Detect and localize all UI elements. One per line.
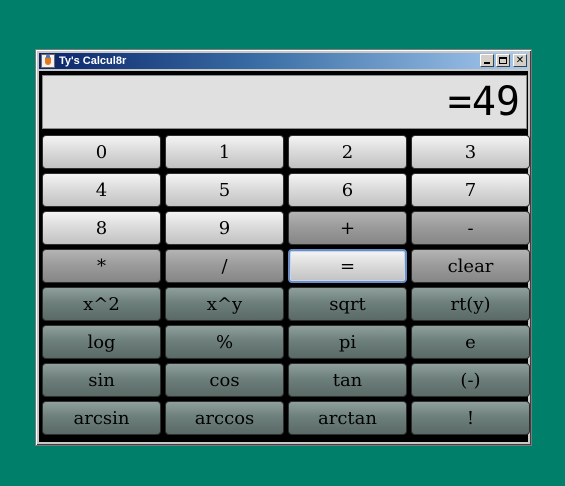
key-arctan-label: arctan bbox=[318, 407, 377, 429]
calculator-window: Ty's Calcul8r ✕ =49 0 1 2 3 4 5 6 7 8 9 … bbox=[35, 49, 532, 446]
key-pi-button[interactable]: pi bbox=[288, 325, 407, 359]
key-7-label: 7 bbox=[464, 179, 477, 201]
key-factorial-button[interactable]: ! bbox=[411, 401, 530, 435]
close-icon: ✕ bbox=[515, 55, 525, 66]
key-4-label: 4 bbox=[95, 179, 108, 201]
key-square-button[interactable]: x^2 bbox=[42, 287, 161, 321]
calculator-body: =49 0 1 2 3 4 5 6 7 8 9 + - * / = clear … bbox=[39, 71, 530, 442]
key-arcsin-label: arcsin bbox=[73, 407, 130, 429]
key-log-button[interactable]: log bbox=[42, 325, 161, 359]
key-log-label: log bbox=[87, 331, 116, 353]
key-root-label: rt(y) bbox=[450, 293, 491, 315]
key-divide-label: / bbox=[221, 255, 228, 277]
key-multiply-label: * bbox=[97, 255, 106, 277]
key-minus-button[interactable]: - bbox=[411, 211, 530, 245]
java-cup-icon bbox=[41, 54, 55, 68]
key-negate-button[interactable]: (-) bbox=[411, 363, 530, 397]
key-0-label: 0 bbox=[95, 141, 108, 163]
key-5-label: 5 bbox=[218, 179, 231, 201]
key-e-label: e bbox=[465, 331, 476, 353]
key-divide-button[interactable]: / bbox=[165, 249, 284, 283]
key-9-label: 9 bbox=[218, 217, 231, 239]
key-root-button[interactable]: rt(y) bbox=[411, 287, 530, 321]
key-3-label: 3 bbox=[464, 141, 477, 163]
key-tan-label: tan bbox=[332, 369, 363, 391]
key-6-label: 6 bbox=[341, 179, 354, 201]
key-factorial-label: ! bbox=[466, 407, 475, 429]
key-1-button[interactable]: 1 bbox=[165, 135, 284, 169]
maximize-button[interactable] bbox=[496, 54, 510, 67]
key-pi-label: pi bbox=[338, 331, 357, 353]
key-square-label: x^2 bbox=[83, 293, 120, 315]
key-cos-button[interactable]: cos bbox=[165, 363, 284, 397]
key-arccos-button[interactable]: arccos bbox=[165, 401, 284, 435]
key-arctan-button[interactable]: arctan bbox=[288, 401, 407, 435]
key-plus-label: + bbox=[339, 217, 356, 239]
key-sin-button[interactable]: sin bbox=[42, 363, 161, 397]
minimize-button[interactable] bbox=[480, 54, 494, 67]
key-e-button[interactable]: e bbox=[411, 325, 530, 359]
key-6-button[interactable]: 6 bbox=[288, 173, 407, 207]
key-8-button[interactable]: 8 bbox=[42, 211, 161, 245]
key-power-label: x^y bbox=[206, 293, 243, 315]
key-1-label: 1 bbox=[218, 141, 231, 163]
key-negate-label: (-) bbox=[460, 369, 481, 391]
key-sin-label: sin bbox=[88, 369, 115, 391]
key-clear-label: clear bbox=[447, 255, 494, 277]
key-percent-button[interactable]: % bbox=[165, 325, 284, 359]
key-clear-button[interactable]: clear bbox=[411, 249, 530, 283]
display-value: =49 bbox=[447, 79, 520, 125]
close-button[interactable]: ✕ bbox=[513, 54, 527, 67]
title-bar[interactable]: Ty's Calcul8r ✕ bbox=[39, 53, 528, 69]
maximize-icon bbox=[499, 57, 507, 64]
result-display: =49 bbox=[42, 75, 527, 129]
key-3-button[interactable]: 3 bbox=[411, 135, 530, 169]
key-power-button[interactable]: x^y bbox=[165, 287, 284, 321]
key-equals-button[interactable]: = bbox=[288, 249, 407, 283]
key-7-button[interactable]: 7 bbox=[411, 173, 530, 207]
key-0-button[interactable]: 0 bbox=[42, 135, 161, 169]
key-9-button[interactable]: 9 bbox=[165, 211, 284, 245]
keypad: 0 1 2 3 4 5 6 7 8 9 + - * / = clear x^2 … bbox=[42, 135, 530, 439]
key-arccos-label: arccos bbox=[194, 407, 255, 429]
minimize-icon bbox=[484, 62, 490, 64]
key-minus-label: - bbox=[467, 217, 474, 239]
key-2-label: 2 bbox=[341, 141, 354, 163]
key-4-button[interactable]: 4 bbox=[42, 173, 161, 207]
key-equals-label: = bbox=[339, 255, 356, 277]
key-percent-label: % bbox=[215, 331, 234, 353]
window-title: Ty's Calcul8r bbox=[59, 55, 127, 67]
key-2-button[interactable]: 2 bbox=[288, 135, 407, 169]
key-8-label: 8 bbox=[95, 217, 108, 239]
key-tan-button[interactable]: tan bbox=[288, 363, 407, 397]
key-multiply-button[interactable]: * bbox=[42, 249, 161, 283]
key-cos-label: cos bbox=[209, 369, 240, 391]
key-5-button[interactable]: 5 bbox=[165, 173, 284, 207]
key-plus-button[interactable]: + bbox=[288, 211, 407, 245]
key-arcsin-button[interactable]: arcsin bbox=[42, 401, 161, 435]
key-sqrt-button[interactable]: sqrt bbox=[288, 287, 407, 321]
key-sqrt-label: sqrt bbox=[329, 293, 366, 315]
